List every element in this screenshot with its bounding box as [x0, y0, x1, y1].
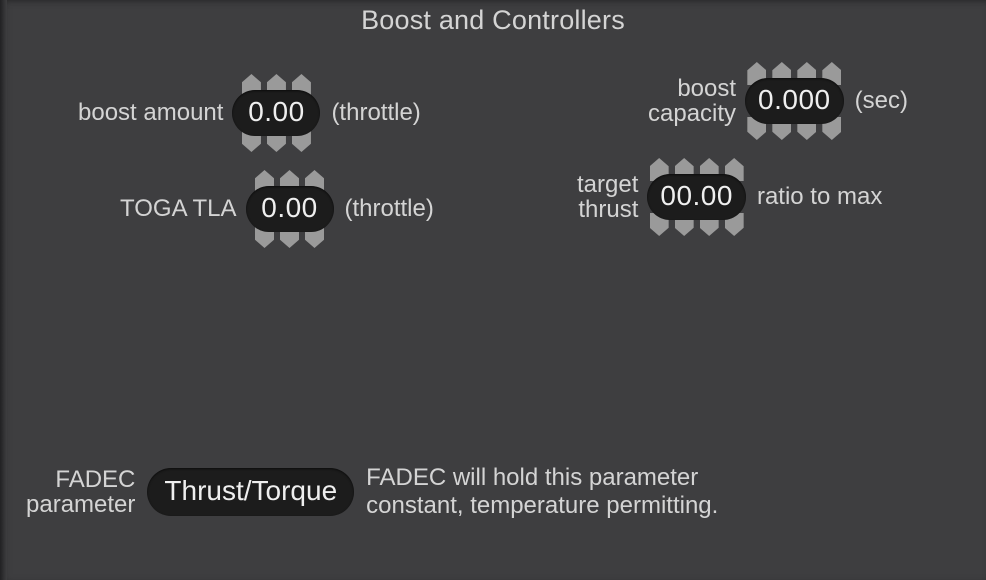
control-label-boost-amount: boost amount — [78, 99, 224, 127]
control-boost-amount: boost amount 0.00 (throttle) — [78, 74, 421, 152]
value-toga-tla[interactable]: 0.00 — [245, 186, 334, 232]
control-unit-boost-capacity: (sec) — [854, 87, 908, 114]
page-title: Boost and Controllers — [361, 5, 625, 35]
value-target-thrust[interactable]: 00.00 — [647, 174, 746, 220]
control-unit-target-thrust: ratio to max — [756, 183, 883, 210]
control-label-target-thrust: target thrust — [577, 170, 639, 223]
value-boost-capacity[interactable]: 0.000 — [745, 78, 844, 124]
control-label-boost-capacity: boost capacity — [648, 74, 737, 127]
fadec-parameter-row: FADEC parameter Thrust/Torque FADEC will… — [26, 464, 718, 521]
spinner-toga-tla[interactable]: 0.00 — [245, 170, 334, 248]
value-boost-amount[interactable]: 0.00 — [232, 90, 321, 136]
fadec-parameter-description: FADEC will hold this parameter constant,… — [366, 464, 719, 520]
control-boost-capacity: boost capacity 0.000 (sec) — [648, 62, 908, 140]
spinner-boost-capacity[interactable]: 0.000 — [745, 62, 844, 140]
boost-and-controllers-panel: Boost and Controllers boost amount 0.00 … — [0, 0, 986, 580]
control-toga-tla: TOGA TLA 0.00 (throttle) — [120, 170, 434, 248]
fadec-parameter-selector[interactable]: Thrust/Torque — [147, 468, 355, 517]
spinner-target-thrust[interactable]: 00.00 — [647, 158, 746, 236]
fadec-parameter-label: FADEC parameter — [26, 465, 136, 519]
control-unit-toga-tla: (throttle) — [344, 195, 434, 222]
control-unit-boost-amount: (throttle) — [331, 99, 421, 126]
control-label-toga-tla: TOGA TLA — [120, 195, 237, 223]
control-target-thrust: target thrust 00.00 ratio to max — [577, 158, 882, 236]
spinner-boost-amount[interactable]: 0.00 — [232, 74, 321, 152]
